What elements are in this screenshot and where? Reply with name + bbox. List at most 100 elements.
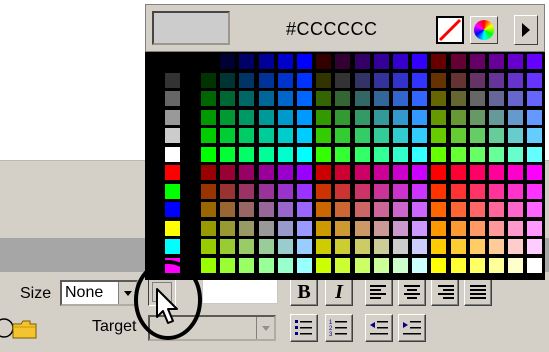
color-swatch[interactable] xyxy=(469,202,485,217)
color-swatch[interactable] xyxy=(489,257,504,273)
color-swatch[interactable] xyxy=(335,183,351,199)
color-swatch[interactable] xyxy=(373,72,389,88)
color-swatch[interactable] xyxy=(489,146,504,162)
color-swatch[interactable] xyxy=(277,109,293,125)
color-swatch[interactable] xyxy=(393,128,408,143)
color-swatch[interactable] xyxy=(297,128,312,143)
color-swatch[interactable] xyxy=(297,54,312,69)
color-swatch[interactable] xyxy=(258,257,274,273)
color-swatch[interactable] xyxy=(431,146,447,162)
color-swatch[interactable] xyxy=(354,72,370,88)
color-swatch[interactable] xyxy=(393,202,408,217)
color-swatch[interactable] xyxy=(508,220,524,236)
color-swatch[interactable] xyxy=(220,72,236,88)
color-swatch[interactable] xyxy=(335,146,351,162)
color-swatch[interactable] xyxy=(393,220,408,236)
color-swatch[interactable] xyxy=(508,257,524,273)
color-swatch[interactable] xyxy=(165,220,180,236)
color-swatch[interactable] xyxy=(335,239,351,254)
color-swatch[interactable] xyxy=(373,220,389,236)
color-swatch[interactable] xyxy=(412,146,428,162)
color-swatch[interactable] xyxy=(201,91,216,106)
color-swatch[interactable] xyxy=(450,202,466,217)
color-swatch[interactable] xyxy=(201,109,216,125)
ordered-list-button[interactable]: 123 xyxy=(325,314,353,342)
color-swatch[interactable] xyxy=(239,109,255,125)
color-swatch[interactable] xyxy=(335,220,351,236)
color-swatch[interactable] xyxy=(393,146,408,162)
color-swatch[interactable] xyxy=(165,109,180,125)
color-swatch[interactable] xyxy=(412,109,428,125)
color-swatch[interactable] xyxy=(412,54,428,69)
color-swatch[interactable] xyxy=(393,54,408,69)
color-swatch[interactable] xyxy=(220,239,236,254)
color-swatch[interactable] xyxy=(239,239,255,254)
color-swatch[interactable] xyxy=(412,165,428,180)
color-swatch[interactable] xyxy=(220,220,236,236)
color-swatch[interactable] xyxy=(220,109,236,125)
color-swatch[interactable] xyxy=(277,165,293,180)
color-swatch[interactable] xyxy=(165,146,180,162)
color-swatch[interactable] xyxy=(220,54,236,69)
color-swatch[interactable] xyxy=(489,91,504,106)
color-swatch[interactable] xyxy=(277,128,293,143)
color-swatch[interactable] xyxy=(239,257,255,273)
color-swatch[interactable] xyxy=(297,202,312,217)
color-swatch[interactable] xyxy=(165,72,180,88)
color-swatch[interactable] xyxy=(239,128,255,143)
color-swatch[interactable] xyxy=(316,109,332,125)
color-swatch[interactable] xyxy=(450,91,466,106)
color-swatch[interactable] xyxy=(316,239,332,254)
color-swatch[interactable] xyxy=(239,220,255,236)
color-swatch[interactable] xyxy=(489,183,504,199)
color-swatch[interactable] xyxy=(373,239,389,254)
color-swatch[interactable] xyxy=(258,202,274,217)
color-swatch[interactable] xyxy=(297,146,312,162)
color-swatch[interactable] xyxy=(201,54,216,69)
color-swatch[interactable] xyxy=(258,220,274,236)
color-swatch[interactable] xyxy=(297,72,312,88)
color-swatch[interactable] xyxy=(431,109,447,125)
system-color-picker-button[interactable] xyxy=(470,16,498,44)
color-swatch[interactable] xyxy=(201,72,216,88)
color-swatch[interactable] xyxy=(165,165,180,180)
color-swatch[interactable] xyxy=(258,91,274,106)
color-swatch[interactable] xyxy=(431,202,447,217)
color-swatch[interactable] xyxy=(469,239,485,254)
color-swatch[interactable] xyxy=(354,257,370,273)
color-swatch[interactable] xyxy=(469,54,485,69)
color-swatch[interactable] xyxy=(354,165,370,180)
color-swatch[interactable] xyxy=(354,183,370,199)
color-swatch[interactable] xyxy=(239,202,255,217)
color-swatch[interactable] xyxy=(450,128,466,143)
color-swatch[interactable] xyxy=(220,165,236,180)
color-swatch[interactable] xyxy=(354,220,370,236)
color-swatch[interactable] xyxy=(431,239,447,254)
color-swatch[interactable] xyxy=(431,72,447,88)
color-swatch[interactable] xyxy=(431,128,447,143)
color-swatch[interactable] xyxy=(297,109,312,125)
color-swatch[interactable] xyxy=(527,165,543,180)
color-swatch[interactable] xyxy=(508,91,524,106)
color-swatch[interactable] xyxy=(258,72,274,88)
color-swatch[interactable] xyxy=(393,257,408,273)
color-swatch[interactable] xyxy=(373,128,389,143)
color-swatch[interactable] xyxy=(354,202,370,217)
color-swatch[interactable] xyxy=(165,54,180,69)
color-swatch[interactable] xyxy=(450,165,466,180)
color-swatch[interactable] xyxy=(450,146,466,162)
color-swatch[interactable] xyxy=(450,109,466,125)
size-select[interactable]: None xyxy=(60,280,138,306)
color-swatch[interactable] xyxy=(527,128,543,143)
folder-icon[interactable] xyxy=(12,318,38,340)
indent-button[interactable] xyxy=(398,314,426,342)
color-swatch[interactable] xyxy=(316,91,332,106)
color-swatch[interactable] xyxy=(489,109,504,125)
color-swatch[interactable] xyxy=(489,220,504,236)
color-swatch[interactable] xyxy=(373,146,389,162)
color-swatch[interactable] xyxy=(316,146,332,162)
color-swatch[interactable] xyxy=(373,202,389,217)
color-swatch[interactable] xyxy=(335,72,351,88)
color-swatch[interactable] xyxy=(489,239,504,254)
color-swatch[interactable] xyxy=(393,183,408,199)
